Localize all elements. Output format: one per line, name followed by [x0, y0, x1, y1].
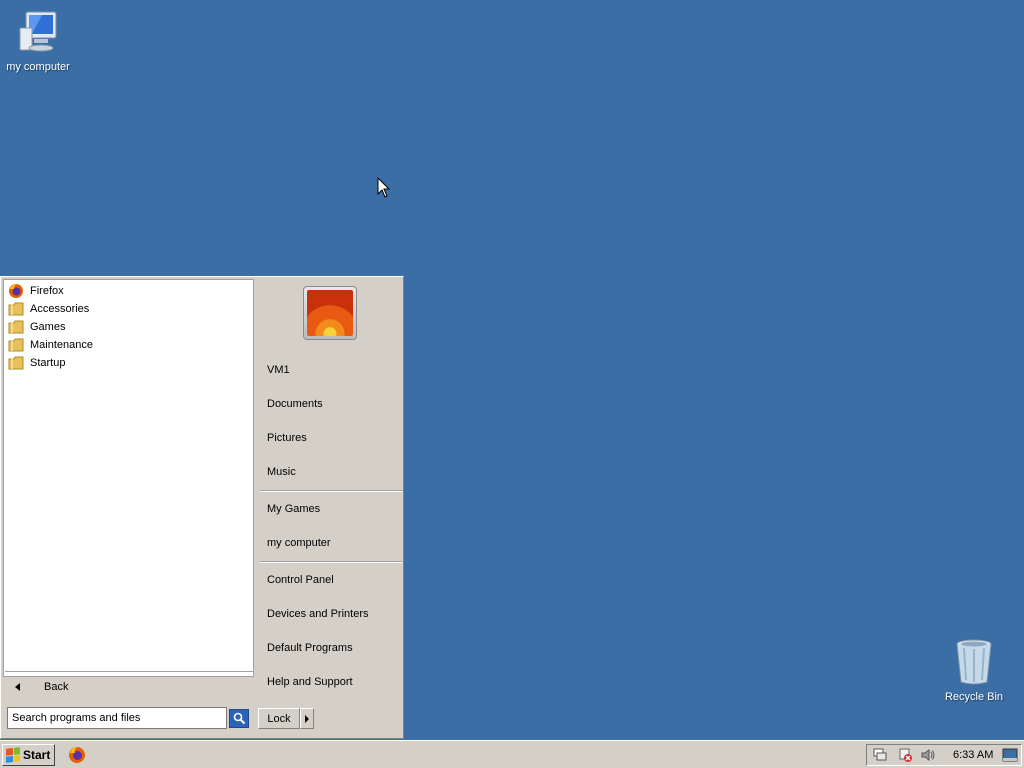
places-item-my-games[interactable]: My Games — [267, 503, 320, 515]
firefox-icon — [8, 283, 24, 299]
folder-icon — [8, 319, 24, 335]
desktop-icon-my-computer[interactable]: my computer — [0, 8, 76, 73]
search-input[interactable] — [8, 708, 226, 728]
places-item-devices-and-printers[interactable]: Devices and Printers — [267, 608, 369, 620]
divider — [5, 671, 253, 673]
back-label: Back — [44, 681, 69, 693]
magnifier-icon — [233, 712, 245, 725]
back-arrow-icon — [15, 683, 20, 691]
program-maintenance[interactable]: Maintenance — [4, 336, 253, 354]
places-item-pictures[interactable]: Pictures — [267, 432, 307, 444]
places-item-my-computer[interactable]: my computer — [267, 537, 331, 549]
system-tray: 6:33 AM — [866, 744, 1022, 766]
places-item-documents[interactable]: Documents — [267, 398, 323, 410]
start-menu: Firefox Accessories Games Maintenance St… — [0, 276, 404, 739]
program-firefox[interactable]: Firefox — [4, 282, 253, 300]
places-item-help-and-support[interactable]: Help and Support — [267, 676, 353, 688]
search-box[interactable] — [7, 707, 227, 729]
divider — [260, 490, 402, 492]
places-item-control-panel[interactable]: Control Panel — [267, 574, 334, 586]
program-games[interactable]: Games — [4, 318, 253, 336]
windows-logo-icon — [6, 747, 20, 763]
folder-icon — [8, 355, 24, 371]
user-avatar[interactable] — [303, 286, 357, 340]
desktop-icon-label: my computer — [6, 61, 70, 73]
program-startup[interactable]: Startup — [4, 354, 253, 372]
folder-icon — [8, 301, 24, 317]
clock[interactable]: 6:33 AM — [953, 749, 993, 761]
places-pane: VM1 Documents Pictures Music My Games my… — [256, 277, 403, 702]
mouse-cursor-icon — [377, 177, 391, 198]
taskbar: Start 6:33 AM — [0, 740, 1024, 768]
network-icon[interactable] — [872, 747, 888, 763]
program-label: Games — [30, 321, 66, 333]
search-button[interactable] — [229, 709, 249, 728]
program-accessories[interactable]: Accessories — [4, 300, 253, 318]
computer-icon — [19, 11, 57, 52]
flower-picture-icon — [307, 290, 353, 336]
places-item-default-programs[interactable]: Default Programs — [267, 642, 353, 654]
program-label: Maintenance — [30, 339, 93, 351]
shutdown-options-button[interactable] — [300, 708, 314, 729]
desktop-icon-recycle-bin[interactable]: Recycle Bin — [936, 638, 1012, 703]
program-label: Startup — [30, 357, 66, 369]
desktop-icon-label: Recycle Bin — [944, 691, 1004, 703]
show-desktop-icon[interactable] — [1002, 748, 1018, 762]
program-label: Accessories — [30, 303, 90, 315]
places-item-vm1[interactable]: VM1 — [267, 364, 290, 376]
start-button[interactable]: Start — [2, 744, 55, 766]
lock-button[interactable]: Lock — [258, 708, 300, 729]
back-button[interactable]: Back — [3, 675, 254, 699]
folder-icon — [8, 337, 24, 353]
program-label: Firefox — [30, 285, 64, 297]
start-label: Start — [23, 748, 51, 762]
volume-icon[interactable] — [920, 747, 936, 763]
recycle-bin-icon — [956, 639, 992, 685]
places-item-music[interactable]: Music — [267, 466, 296, 478]
divider — [260, 561, 402, 563]
action-center-icon[interactable] — [897, 747, 913, 763]
chevron-right-icon — [305, 714, 309, 723]
programs-pane: Firefox Accessories Games Maintenance St… — [3, 279, 254, 677]
taskbar-firefox-icon[interactable] — [68, 746, 86, 764]
